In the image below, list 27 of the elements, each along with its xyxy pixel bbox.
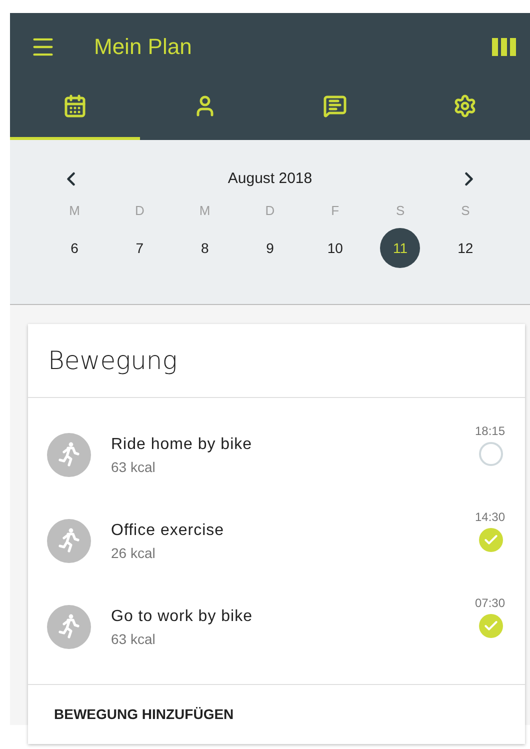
day-button[interactable]: 12 [445,228,486,268]
day-button[interactable]: 6 [54,228,95,268]
add-exercise-button[interactable]: BEWEGUNG HINZUFÜGEN [46,698,242,731]
weekday-label: D [265,202,275,220]
exercise-energy: 63 kcal [111,630,156,648]
exercise-energy: 63 kcal [111,458,156,476]
day-button[interactable]: 11 [380,228,420,268]
day-button[interactable]: 9 [250,228,290,268]
app-title: Mein Plan [94,33,192,61]
exercise-energy: 26 kcal [111,544,156,562]
exercise-name: Ride home by bike [111,434,252,454]
exercise-name: Office exercise [111,520,224,540]
month-label: August 2018 [228,169,312,189]
exercise-time: 18:15 [474,423,505,440]
exercise-time: 07:30 [474,595,505,612]
weekday-label: D [135,202,144,220]
weekday-label: S [396,202,405,220]
weekday-label: F [331,202,340,220]
day-button[interactable]: 10 [315,228,356,268]
exercise-name: Go to work by bike [111,606,252,626]
weekday-label: M [199,202,210,220]
day-button[interactable]: 8 [184,228,225,268]
weekday-label: S [461,202,470,220]
weekday-label: M [69,202,80,220]
exercise-time: 14:30 [474,509,505,526]
day-button[interactable]: 7 [120,228,160,268]
card-title: Bewegung [48,344,178,377]
